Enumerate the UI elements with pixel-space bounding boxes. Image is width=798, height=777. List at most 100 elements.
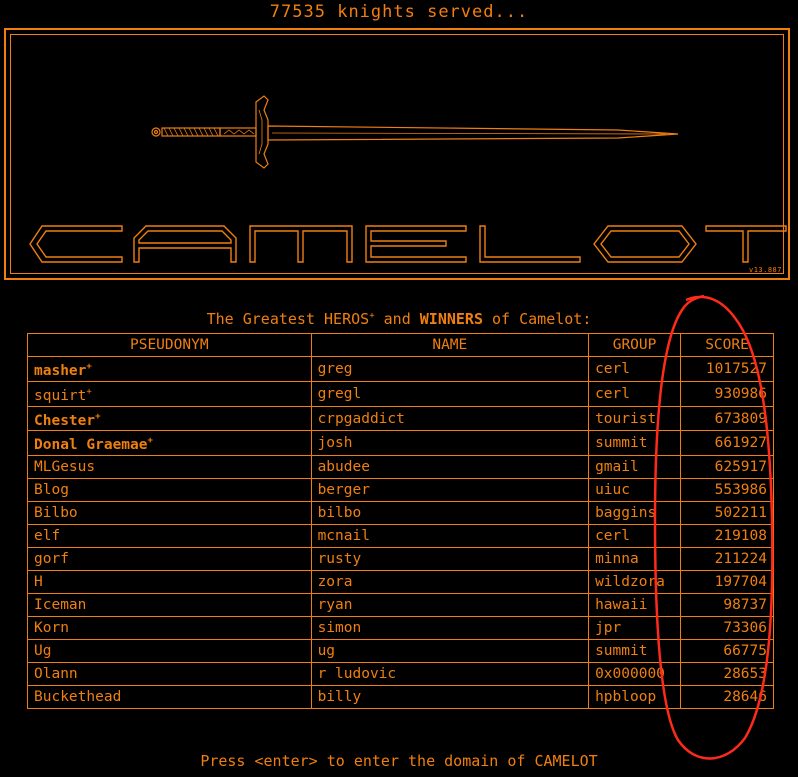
- table-row: Buckethead billy hpbloop 28646: [27, 685, 774, 710]
- version-label: v13.887: [748, 266, 782, 274]
- table-header-row: PSEUDONYM NAME GROUP SCORE: [27, 333, 774, 357]
- name-cell: josh: [310, 430, 590, 457]
- table-row: Hzora wildzora 197704: [27, 570, 774, 595]
- group-cell: cerl: [588, 356, 682, 382]
- table-row: masher+ greg cerl 1017527: [27, 356, 774, 382]
- name-cell: crpgaddict: [310, 405, 590, 432]
- score-cell: 28653: [680, 662, 774, 687]
- leaderboard-heading: The Greatest HEROS+ and WINNERS of Camel…: [0, 310, 798, 328]
- pseudonym-text: Iceman: [34, 597, 87, 614]
- camelot-logo: [29, 225, 787, 263]
- pseudonym-cell: H: [27, 570, 312, 595]
- pseudonym-cell: Bilbo: [27, 501, 312, 526]
- name-cell: billy: [310, 685, 590, 710]
- heading-prefix: The Greatest: [206, 310, 325, 328]
- pseudonym-cell: Blog: [27, 478, 312, 503]
- leaderboard-table: PSEUDONYM NAME GROUP SCORE masher+ greg ce…: [27, 333, 774, 710]
- group-cell: uiuc: [588, 478, 682, 503]
- pseudonym-text: elf: [34, 528, 61, 545]
- column-header-group: GROUP: [588, 333, 682, 357]
- group-cell: tourist: [588, 405, 682, 432]
- score-cell: 197704: [680, 570, 774, 595]
- pseudonym-text: H: [34, 574, 43, 591]
- knights-served-counter: 77535 knights served...: [269, 2, 529, 22]
- group-cell: hpbloop: [588, 685, 682, 710]
- pseudonym-cell: gorf: [27, 547, 312, 572]
- pseudonym-text: MLGesus: [34, 459, 96, 476]
- group-cell: hawaii: [588, 593, 682, 618]
- group-cell: minna: [588, 547, 682, 572]
- title-banner: v13.887: [4, 28, 790, 280]
- name-cell: berger: [310, 478, 590, 503]
- score-cell: 625917: [680, 455, 774, 480]
- pseudonym-cell: Iceman: [27, 593, 312, 618]
- heading-and: and: [374, 310, 420, 328]
- name-cell: bilbo: [310, 501, 590, 526]
- name-cell: abudee: [310, 455, 590, 480]
- score-cell: 73306: [680, 616, 774, 641]
- score-cell: 66775: [680, 639, 774, 664]
- name-cell: ug: [310, 639, 590, 664]
- name-cell: rusty: [310, 547, 590, 572]
- enter-prompt: Press <enter> to enter the domain of CAM…: [200, 752, 598, 770]
- group-cell: summit: [588, 430, 682, 457]
- column-header-pseudonym: PSEUDONYM: [27, 333, 312, 357]
- table-row: Iceman ryan hawaii 98737: [27, 593, 774, 618]
- name-cell: greg: [310, 356, 590, 382]
- column-header-name: NAME: [310, 333, 590, 357]
- sword-icon: [151, 95, 679, 169]
- pseudonym-cell: masher+: [27, 356, 312, 382]
- pseudonym-cell: Donal Graemae+: [27, 430, 312, 457]
- name-cell: ryan: [310, 593, 590, 618]
- name-cell: simon: [310, 616, 590, 641]
- score-cell: 661927: [680, 430, 774, 457]
- group-cell: summit: [588, 639, 682, 664]
- name-cell: zora: [310, 570, 590, 595]
- score-cell: 28646: [680, 685, 774, 710]
- score-cell: 502211: [680, 501, 774, 526]
- name-cell: gregl: [310, 380, 590, 407]
- pseudonym-text: Blog: [34, 482, 69, 499]
- pseudonym-text: Donal Graemae: [34, 437, 148, 454]
- group-cell: gmail: [588, 455, 682, 480]
- pseudonym-text: Buckethead: [34, 689, 122, 706]
- group-cell: wildzora: [588, 570, 682, 595]
- pseudonym-cell: Buckethead: [27, 685, 312, 710]
- pseudonym-text: gorf: [34, 551, 69, 568]
- score-cell: 930986: [680, 380, 774, 407]
- hero-mark: +: [95, 411, 101, 422]
- heading-suffix: of Camelot:: [482, 310, 592, 328]
- table-row: MLGesus abudee gmail 625917: [27, 455, 774, 480]
- pseudonym-text: Bilbo: [34, 505, 78, 522]
- hero-mark: +: [147, 436, 153, 447]
- group-cell: jpr: [588, 616, 682, 641]
- table-row: elf mcnail cerl 219108: [27, 524, 774, 549]
- table-row: gorf rusty minna 211224: [27, 547, 774, 572]
- heading-winners: WINNERS: [419, 310, 483, 328]
- score-cell: 1017527: [680, 356, 774, 382]
- pseudonym-text: Korn: [34, 620, 69, 637]
- pseudonym-cell: Ug: [27, 639, 312, 664]
- group-cell: cerl: [588, 524, 682, 549]
- pseudonym-text: Chester: [34, 412, 96, 429]
- table-row: Olann r ludovic 0x000000 28653: [27, 662, 774, 687]
- heading-heros: HEROS: [324, 310, 370, 328]
- pseudonym-cell: Korn: [27, 616, 312, 641]
- score-cell: 219108: [680, 524, 774, 549]
- table-row: Donal Graemae+ josh summit 661927: [27, 430, 774, 457]
- table-row: Bilbo bilbo baggins 502211: [27, 501, 774, 526]
- score-cell: 553986: [680, 478, 774, 503]
- column-header-score: SCORE: [680, 333, 774, 357]
- hero-mark: +: [86, 386, 92, 397]
- group-cell: baggins: [588, 501, 682, 526]
- name-cell: mcnail: [310, 524, 590, 549]
- leaderboard-rows: masher+ greg cerl 1017527 squirt+ gregl cerl 93…: [27, 356, 774, 710]
- name-cell: r ludovic: [310, 662, 590, 687]
- table-row: Korn simon jpr 73306: [27, 616, 774, 641]
- pseudonym-text: Ug: [34, 643, 52, 660]
- banner-artwork: [29, 95, 787, 263]
- score-cell: 98737: [680, 593, 774, 618]
- group-cell: 0x000000: [588, 662, 682, 687]
- score-cell: 211224: [680, 547, 774, 572]
- score-cell: 673809: [680, 405, 774, 432]
